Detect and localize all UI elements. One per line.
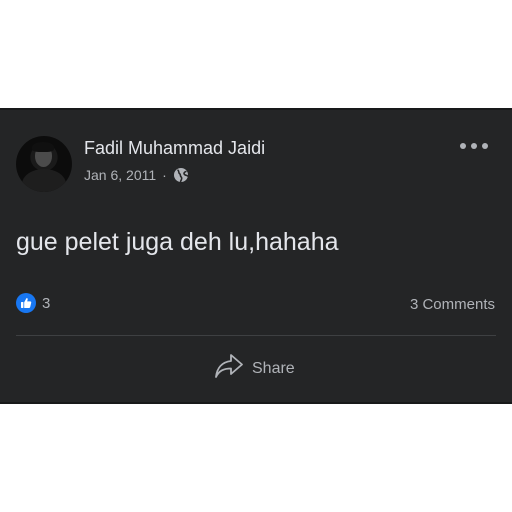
globe-icon	[173, 167, 189, 183]
meta-separator: ·	[162, 167, 167, 183]
more-dot	[471, 143, 477, 149]
divider	[16, 335, 496, 336]
post-date[interactable]: Jan 6, 2011	[84, 167, 156, 183]
reaction-count: 3	[42, 294, 51, 312]
share-label: Share	[252, 359, 295, 377]
more-dot	[482, 143, 488, 149]
avatar[interactable]	[16, 136, 72, 192]
like-icon	[16, 293, 36, 313]
post-text: gue pelet juga deh lu,hahaha	[16, 228, 339, 256]
more-options-icon[interactable]	[460, 140, 488, 152]
share-button[interactable]: Share	[214, 353, 295, 384]
post-card: Fadil Muhammad Jaidi Jan 6, 2011 · gue p…	[0, 108, 512, 404]
author-name[interactable]: Fadil Muhammad Jaidi	[84, 138, 265, 159]
comments-count[interactable]: 3 Comments	[410, 296, 495, 313]
reactions-summary[interactable]: 3	[16, 293, 50, 313]
more-dot	[460, 143, 466, 149]
share-icon	[214, 353, 244, 384]
avatar-hair	[32, 142, 54, 152]
post-meta: Jan 6, 2011 ·	[84, 167, 189, 183]
avatar-shoulders	[22, 169, 66, 192]
